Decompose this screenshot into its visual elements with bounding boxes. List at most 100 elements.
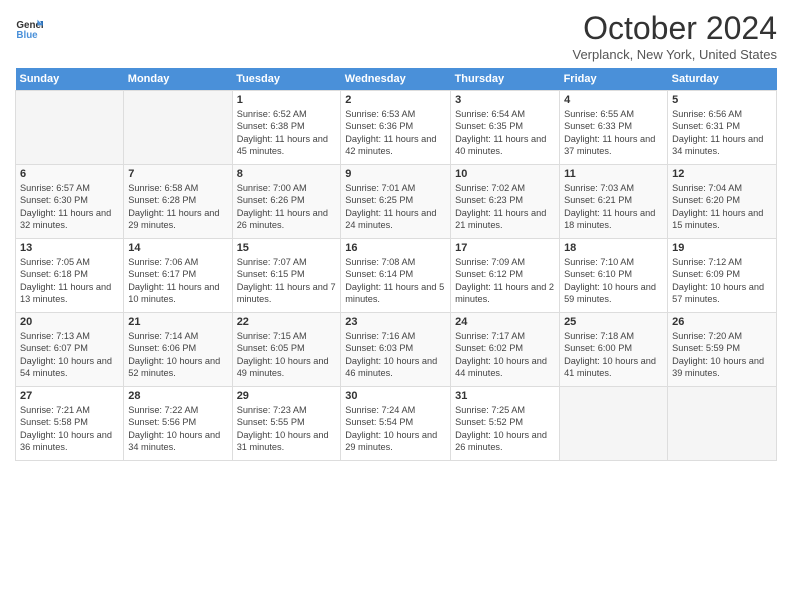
day-number: 10 (455, 168, 555, 180)
calendar-cell-w1-d4: 2Sunrise: 6:53 AM Sunset: 6:36 PM Daylig… (341, 91, 451, 165)
calendar-cell-w5-d4: 30 Sunrise: 7:24 AM Sunset: 5:54 PM Dayli… (341, 387, 451, 461)
day-number: 31 (455, 390, 555, 402)
col-sunday: Sunday (16, 68, 124, 91)
calendar-header-row: Sunday Monday Tuesday Wednesday Thursday… (16, 68, 777, 91)
day-info: Sunrise: 6:55 AM Sunset: 6:33 PM Dayligh… (564, 108, 663, 158)
calendar-cell-w2-d6: 11 Sunrise: 7:03 AM Sunset: 6:21 PM Dayli… (560, 165, 668, 239)
calendar-cell-w3-d3: 15 Sunrise: 7:07 AM Sunset: 6:15 PM Dayli… (232, 239, 341, 313)
day-number: 5 (672, 94, 772, 106)
calendar-cell-w1-d7: 5 Sunrise: 6:56 AM Sunset: 6:31 PM Daylig… (668, 91, 777, 165)
calendar-cell-w2-d4: 9 Sunrise: 7:01 AM Sunset: 6:25 PM Daylig… (341, 165, 451, 239)
calendar-cell-w2-d7: 12 Sunrise: 7:04 AM Sunset: 6:20 PM Dayli… (668, 165, 777, 239)
day-number: 4 (564, 94, 663, 106)
day-number: 20 (20, 316, 119, 328)
day-info: Sunrise: 7:14 AM Sunset: 6:06 PM Dayligh… (128, 330, 227, 380)
calendar-cell-w4-d7: 26Sunrise: 7:20 AM Sunset: 5:59 PM Dayli… (668, 313, 777, 387)
col-monday: Monday (124, 68, 232, 91)
day-info: Sunrise: 6:58 AM Sunset: 6:28 PM Dayligh… (128, 182, 227, 232)
day-info: Sunrise: 7:17 AM Sunset: 6:02 PM Dayligh… (455, 330, 555, 380)
calendar-cell-w3-d4: 16 Sunrise: 7:08 AM Sunset: 6:14 PM Dayli… (341, 239, 451, 313)
day-number: 25 (564, 316, 663, 328)
day-info: Sunrise: 7:20 AM Sunset: 5:59 PM Dayligh… (672, 330, 772, 380)
day-info: Sunrise: 7:04 AM Sunset: 6:20 PM Dayligh… (672, 182, 772, 232)
col-saturday: Saturday (668, 68, 777, 91)
day-info: Sunrise: 7:08 AM Sunset: 6:14 PM Dayligh… (345, 256, 446, 306)
calendar-week-5: 27Sunrise: 7:21 AM Sunset: 5:58 PM Dayli… (16, 387, 777, 461)
day-number: 24 (455, 316, 555, 328)
logo: General Blue (15, 14, 45, 42)
calendar-cell-w5-d5: 31 Sunrise: 7:25 AM Sunset: 5:52 PM Dayli… (451, 387, 560, 461)
day-info: Sunrise: 7:06 AM Sunset: 6:17 PM Dayligh… (128, 256, 227, 306)
day-number: 17 (455, 242, 555, 254)
day-number: 29 (237, 390, 337, 402)
location-subtitle: Verplanck, New York, United States (572, 47, 777, 62)
day-info: Sunrise: 7:15 AM Sunset: 6:05 PM Dayligh… (237, 330, 337, 380)
col-wednesday: Wednesday (341, 68, 451, 91)
day-info: Sunrise: 7:25 AM Sunset: 5:52 PM Dayligh… (455, 404, 555, 454)
day-number: 1 (237, 94, 337, 106)
day-info: Sunrise: 7:01 AM Sunset: 6:25 PM Dayligh… (345, 182, 446, 232)
day-info: Sunrise: 7:05 AM Sunset: 6:18 PM Dayligh… (20, 256, 119, 306)
day-info: Sunrise: 7:24 AM Sunset: 5:54 PM Dayligh… (345, 404, 446, 454)
day-info: Sunrise: 7:22 AM Sunset: 5:56 PM Dayligh… (128, 404, 227, 454)
day-info: Sunrise: 7:23 AM Sunset: 5:55 PM Dayligh… (237, 404, 337, 454)
calendar-cell-w4-d2: 21 Sunrise: 7:14 AM Sunset: 6:06 PM Dayli… (124, 313, 232, 387)
calendar-cell-w4-d3: 22 Sunrise: 7:15 AM Sunset: 6:05 PM Dayli… (232, 313, 341, 387)
day-number: 11 (564, 168, 663, 180)
calendar-cell-w3-d2: 14 Sunrise: 7:06 AM Sunset: 6:17 PM Dayli… (124, 239, 232, 313)
calendar-container: General Blue October 2024 Verplanck, New… (0, 0, 792, 466)
day-number: 22 (237, 316, 337, 328)
calendar-cell-w1-d3: 1 Sunrise: 6:52 AM Sunset: 6:38 PM Daylig… (232, 91, 341, 165)
day-number: 18 (564, 242, 663, 254)
calendar-cell-w4-d4: 23 Sunrise: 7:16 AM Sunset: 6:03 PM Dayli… (341, 313, 451, 387)
calendar-cell-w1-d5: 3Sunrise: 6:54 AM Sunset: 6:35 PM Daylig… (451, 91, 560, 165)
calendar-cell-w3-d1: 13 Sunrise: 7:05 AM Sunset: 6:18 PM Dayli… (16, 239, 124, 313)
calendar-cell-w3-d5: 17 Sunrise: 7:09 AM Sunset: 6:12 PM Dayli… (451, 239, 560, 313)
calendar-cell-w1-d2 (124, 91, 232, 165)
day-number: 27 (20, 390, 119, 402)
calendar-week-4: 20 Sunrise: 7:13 AM Sunset: 6:07 PM Dayli… (16, 313, 777, 387)
day-number: 7 (128, 168, 227, 180)
day-number: 15 (237, 242, 337, 254)
calendar-cell-w5-d7 (668, 387, 777, 461)
calendar-cell-w1-d1 (16, 91, 124, 165)
calendar-week-2: 6Sunrise: 6:57 AM Sunset: 6:30 PM Daylig… (16, 165, 777, 239)
day-number: 21 (128, 316, 227, 328)
calendar-table: Sunday Monday Tuesday Wednesday Thursday… (15, 68, 777, 461)
day-info: Sunrise: 7:16 AM Sunset: 6:03 PM Dayligh… (345, 330, 446, 380)
day-info: Sunrise: 6:54 AM Sunset: 6:35 PM Dayligh… (455, 108, 555, 158)
day-number: 16 (345, 242, 446, 254)
day-info: Sunrise: 7:07 AM Sunset: 6:15 PM Dayligh… (237, 256, 337, 306)
day-info: Sunrise: 6:52 AM Sunset: 6:38 PM Dayligh… (237, 108, 337, 158)
calendar-cell-w2-d1: 6Sunrise: 6:57 AM Sunset: 6:30 PM Daylig… (16, 165, 124, 239)
day-info: Sunrise: 6:57 AM Sunset: 6:30 PM Dayligh… (20, 182, 119, 232)
day-number: 30 (345, 390, 446, 402)
day-number: 9 (345, 168, 446, 180)
calendar-cell-w1-d6: 4 Sunrise: 6:55 AM Sunset: 6:33 PM Daylig… (560, 91, 668, 165)
calendar-body: 1 Sunrise: 6:52 AM Sunset: 6:38 PM Daylig… (16, 91, 777, 461)
day-info: Sunrise: 6:56 AM Sunset: 6:31 PM Dayligh… (672, 108, 772, 158)
calendar-cell-w3-d7: 19Sunrise: 7:12 AM Sunset: 6:09 PM Dayli… (668, 239, 777, 313)
title-block: October 2024 Verplanck, New York, United… (572, 10, 777, 62)
calendar-week-3: 13 Sunrise: 7:05 AM Sunset: 6:18 PM Dayli… (16, 239, 777, 313)
day-number: 8 (237, 168, 337, 180)
day-number: 28 (128, 390, 227, 402)
calendar-cell-w3-d6: 18Sunrise: 7:10 AM Sunset: 6:10 PM Dayli… (560, 239, 668, 313)
day-info: Sunrise: 7:02 AM Sunset: 6:23 PM Dayligh… (455, 182, 555, 232)
day-info: Sunrise: 7:13 AM Sunset: 6:07 PM Dayligh… (20, 330, 119, 380)
calendar-week-1: 1 Sunrise: 6:52 AM Sunset: 6:38 PM Daylig… (16, 91, 777, 165)
day-info: Sunrise: 7:09 AM Sunset: 6:12 PM Dayligh… (455, 256, 555, 306)
calendar-cell-w5-d2: 28 Sunrise: 7:22 AM Sunset: 5:56 PM Dayli… (124, 387, 232, 461)
calendar-cell-w5-d6 (560, 387, 668, 461)
day-number: 14 (128, 242, 227, 254)
calendar-cell-w4-d6: 25 Sunrise: 7:18 AM Sunset: 6:00 PM Dayli… (560, 313, 668, 387)
month-title: October 2024 (572, 10, 777, 47)
day-number: 12 (672, 168, 772, 180)
day-number: 13 (20, 242, 119, 254)
calendar-cell-w2-d3: 8Sunrise: 7:00 AM Sunset: 6:26 PM Daylig… (232, 165, 341, 239)
day-info: Sunrise: 7:03 AM Sunset: 6:21 PM Dayligh… (564, 182, 663, 232)
logo-icon: General Blue (15, 14, 43, 42)
day-number: 23 (345, 316, 446, 328)
day-number: 19 (672, 242, 772, 254)
day-info: Sunrise: 7:18 AM Sunset: 6:00 PM Dayligh… (564, 330, 663, 380)
